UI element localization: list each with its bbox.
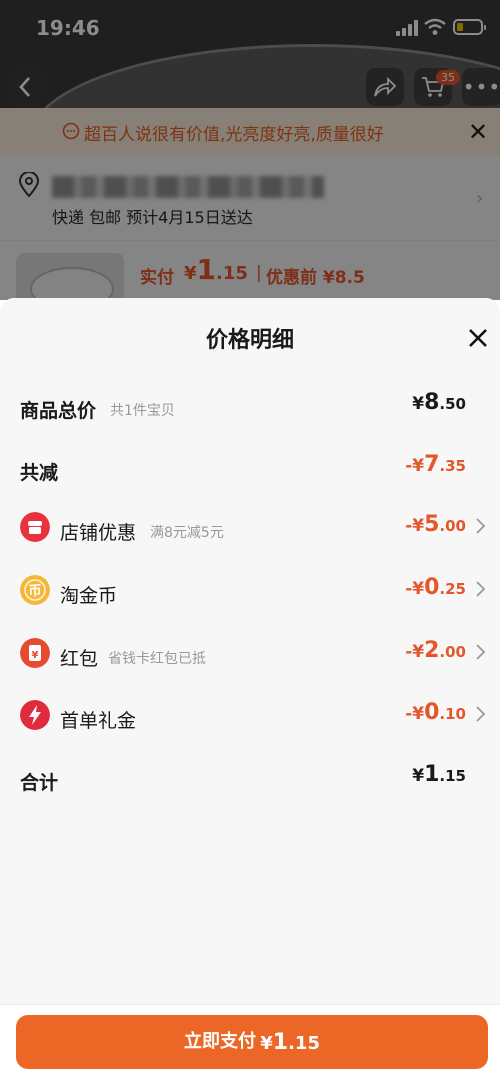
coin-icon: 币 (20, 575, 50, 605)
red-packet-icon: ¥ (20, 638, 50, 668)
row-hint: 共1件宝贝 (110, 403, 175, 419)
row-shop-discount[interactable]: 店铺优惠 满8元减5元 -¥5.00 (0, 510, 500, 550)
price-detail-sheet: 价格明细 商品总价 共1件宝贝 ¥8.50 共减 -¥7.35 店铺优惠 满8元… (0, 298, 500, 1072)
row-red-packet[interactable]: ¥ 红包 省钱卡红包已抵 -¥2.00 (0, 636, 500, 676)
dim-overlay[interactable] (0, 0, 500, 300)
pay-now-button[interactable]: 立即支付 ¥1.15 (16, 1015, 488, 1069)
sheet-title: 价格明细 (205, 328, 294, 353)
chevron-right-icon (476, 706, 486, 722)
row-amount: ¥1.15 (412, 762, 466, 787)
svg-text:¥: ¥ (32, 650, 39, 661)
row-taojinbi[interactable]: 币 淘金币 -¥0.25 (0, 573, 500, 613)
row-label: 共减 (20, 462, 59, 484)
row-first-order-gift[interactable]: 首单礼金 -¥0.10 (0, 698, 500, 738)
pay-button-amount: ¥1.15 (260, 1030, 320, 1055)
row-total-goods: 商品总价 共1件宝贝 ¥8.50 (0, 388, 500, 428)
lightning-icon (20, 700, 50, 730)
pay-button-label: 立即支付 (184, 1031, 256, 1052)
row-label: 合计 (20, 772, 59, 794)
svg-text:币: 币 (28, 584, 41, 599)
row-hint: 满8元减5元 (150, 525, 224, 541)
row-total-discount: 共减 -¥7.35 (0, 450, 500, 490)
row-amount: -¥7.35 (405, 452, 466, 477)
row-label: 红包 (60, 648, 99, 670)
row-label: 店铺优惠 (60, 522, 137, 544)
row-label: 商品总价 (20, 400, 97, 422)
row-label: 淘金币 (60, 585, 118, 607)
row-grand-total: 合计 ¥1.15 (0, 760, 500, 800)
row-amount: -¥5.00 (405, 512, 466, 537)
shop-icon (20, 512, 50, 542)
close-icon[interactable] (466, 326, 490, 350)
row-amount: ¥8.50 (412, 390, 466, 415)
chevron-right-icon (476, 581, 486, 597)
chevron-right-icon (476, 518, 486, 534)
background-page: 19:46 35 ••• 超百人说很有价值,光亮度好亮,质量很好 ✕ 快递 包邮… (0, 0, 500, 300)
row-hint: 省钱卡红包已抵 (108, 651, 206, 667)
chevron-right-icon (476, 644, 486, 660)
row-label: 首单礼金 (60, 710, 137, 732)
row-amount: -¥2.00 (405, 638, 466, 663)
row-amount: -¥0.25 (405, 575, 466, 600)
bottom-bar: 立即支付 ¥1.15 (0, 1004, 500, 1073)
row-amount: -¥0.10 (405, 700, 466, 725)
